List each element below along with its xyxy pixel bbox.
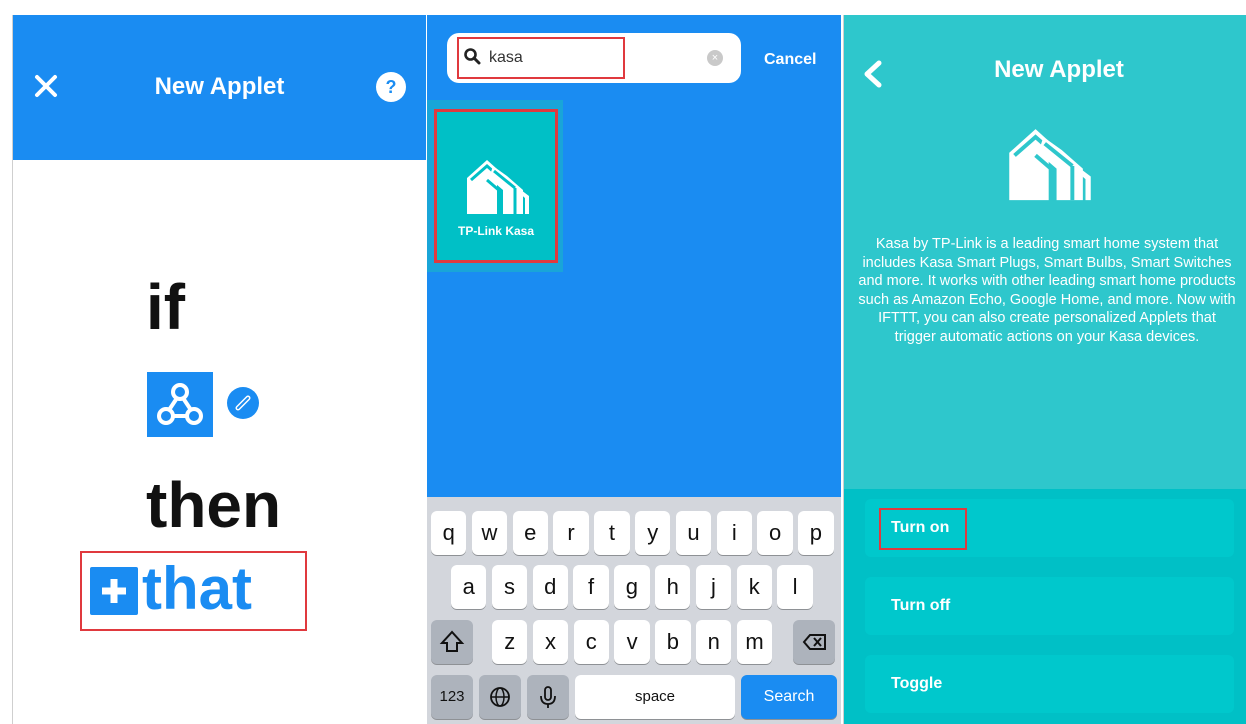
help-button[interactable]: ? xyxy=(376,72,406,102)
action-label: Turn off xyxy=(891,597,951,614)
globe-icon xyxy=(490,687,510,707)
key-n[interactable]: n xyxy=(696,620,732,664)
that-label: that xyxy=(142,555,252,622)
key-i[interactable]: i xyxy=(716,511,752,555)
backspace-key[interactable] xyxy=(793,620,835,664)
space-key[interactable]: space xyxy=(575,675,735,719)
key-g[interactable]: g xyxy=(614,565,650,609)
key-p[interactable]: p xyxy=(798,511,834,555)
key-y[interactable]: y xyxy=(635,511,671,555)
search-bar[interactable]: × xyxy=(447,33,741,83)
trigger-service-button[interactable] xyxy=(147,372,213,437)
service-search-panel: × Cancel TP-Link Kasa xyxy=(427,15,841,724)
key-h[interactable]: h xyxy=(655,565,691,609)
if-label: if xyxy=(146,271,186,343)
microphone-icon xyxy=(540,686,556,708)
key-k[interactable]: k xyxy=(736,565,772,609)
page-title: New Applet xyxy=(994,56,1124,83)
key-o[interactable]: o xyxy=(757,511,793,555)
pencil-icon xyxy=(235,395,251,411)
key-j[interactable]: j xyxy=(695,565,732,609)
key-a[interactable]: a xyxy=(451,565,487,609)
key-e[interactable]: e xyxy=(512,511,548,555)
key-f[interactable]: f xyxy=(573,565,609,609)
key-t[interactable]: t xyxy=(594,511,630,555)
action-toggle-button[interactable]: Toggle xyxy=(865,655,1234,713)
key-r[interactable]: r xyxy=(553,511,589,555)
backspace-icon xyxy=(802,634,826,650)
key-d[interactable]: d xyxy=(532,565,568,609)
edit-trigger-button[interactable] xyxy=(227,387,259,419)
kasa-service-panel: New Applet Kasa by TP-Link is a leading … xyxy=(843,15,1246,724)
webhooks-icon xyxy=(157,383,203,425)
clear-icon[interactable]: × xyxy=(707,50,723,66)
key-b[interactable]: b xyxy=(655,620,691,664)
plus-icon xyxy=(90,567,138,615)
page-title: New Applet xyxy=(154,73,285,100)
new-applet-panel: New Applet ? if then that xyxy=(12,15,426,724)
add-that-button[interactable]: that xyxy=(80,551,307,631)
service-result-tp-link-kasa[interactable]: TP-Link Kasa xyxy=(434,109,558,263)
service-header: New Applet Kasa by TP-Link is a leading … xyxy=(844,15,1246,489)
kasa-logo-icon xyxy=(467,160,529,214)
service-description: Kasa by TP-Link is a leading smart home … xyxy=(858,236,1236,345)
numbers-key[interactable]: 123 xyxy=(431,675,473,719)
key-q[interactable]: q xyxy=(431,511,467,555)
on-screen-keyboard: 123 space Search qwertyuiop asdfghjkl zxcv… xyxy=(427,497,841,724)
then-label: then xyxy=(146,469,282,541)
key-v[interactable]: v xyxy=(614,620,650,664)
app-header: New Applet ? xyxy=(13,15,426,160)
key-z[interactable]: z xyxy=(492,620,528,664)
action-label: Turn on xyxy=(891,519,950,536)
key-u[interactable]: u xyxy=(675,511,712,555)
key-m[interactable]: m xyxy=(736,620,773,664)
search-input[interactable] xyxy=(489,47,609,69)
service-result-label: TP-Link Kasa xyxy=(457,224,535,238)
search-icon xyxy=(464,48,481,65)
action-turn-on-button[interactable]: Turn on xyxy=(865,499,1234,557)
key-c[interactable]: c xyxy=(573,620,609,664)
cancel-button[interactable]: Cancel xyxy=(764,51,816,69)
action-turn-off-button[interactable]: Turn off xyxy=(865,577,1234,635)
shift-icon xyxy=(439,630,465,652)
globe-key[interactable] xyxy=(479,675,521,719)
key-w[interactable]: w xyxy=(471,511,508,555)
key-s[interactable]: s xyxy=(491,565,528,609)
dictation-key[interactable] xyxy=(527,675,569,719)
key-x[interactable]: x xyxy=(532,620,569,664)
shift-key[interactable] xyxy=(431,620,473,664)
action-label: Toggle xyxy=(891,675,943,692)
search-key[interactable]: Search xyxy=(741,675,837,719)
kasa-logo-icon xyxy=(1009,129,1091,201)
key-l[interactable]: l xyxy=(777,565,813,609)
